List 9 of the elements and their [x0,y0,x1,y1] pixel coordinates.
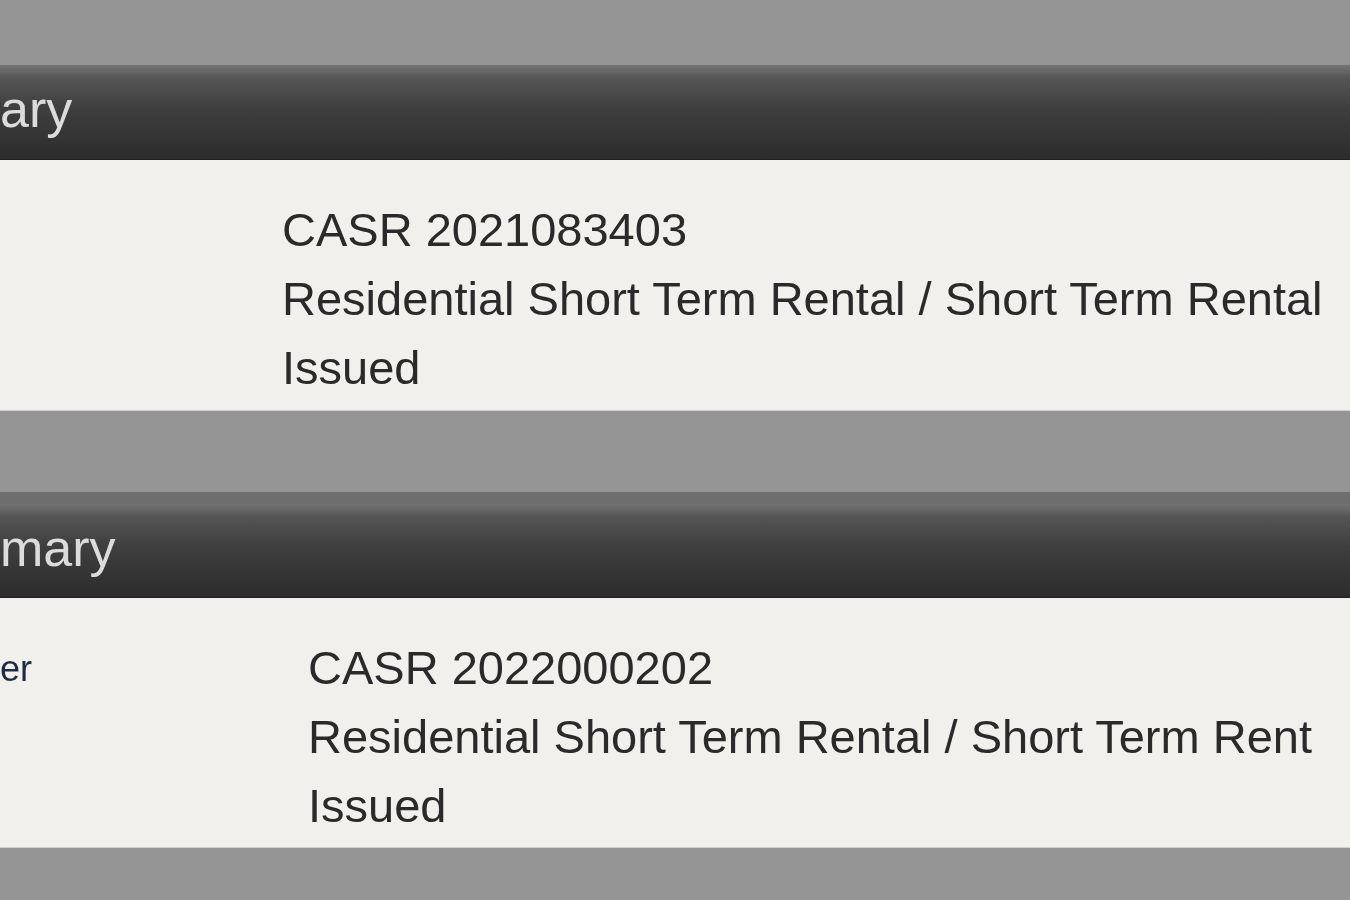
field-value: CASR 2022000202 [308,640,714,697]
field-value: Issued [282,340,421,397]
field-value: CASR 2021083403 [282,202,688,259]
panel-title: mary [0,521,116,579]
field-value: Issued [308,778,447,835]
field-value: Residential Short Term Rental / Short Term Rental [282,271,1323,328]
field-label: er [0,646,32,691]
panel-title: ary [0,83,73,140]
field-value: Residential Short Term Rental / Short Term Rent [308,709,1312,766]
